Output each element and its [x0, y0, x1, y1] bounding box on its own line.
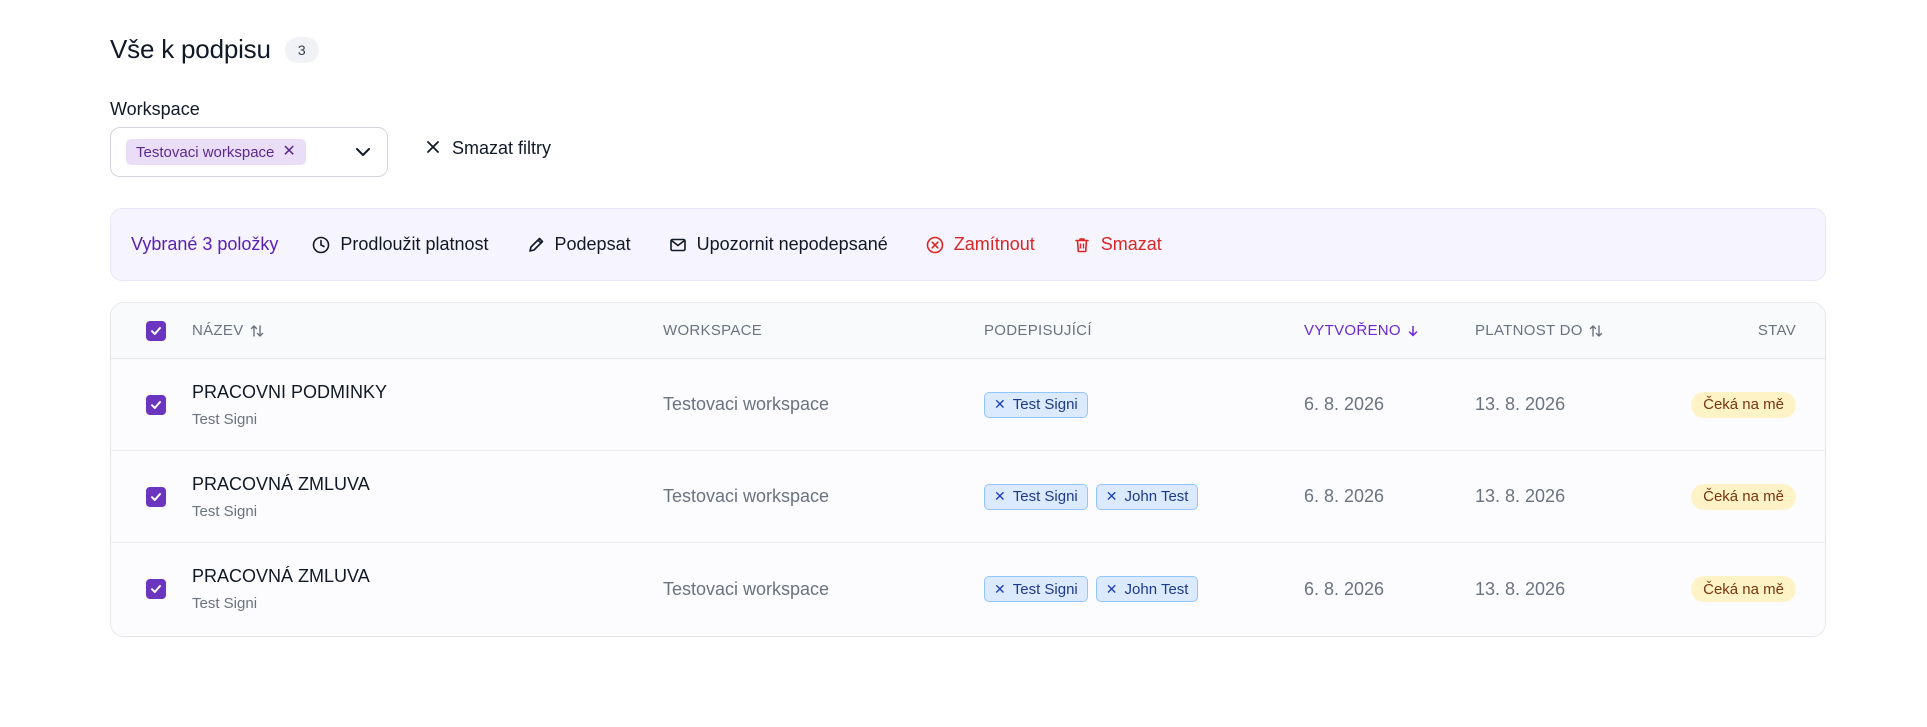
sign-button[interactable]: Podepsat [527, 234, 631, 255]
column-valid-until-label: PLATNOST DO [1475, 322, 1583, 339]
column-header-valid-until[interactable]: PLATNOST DO [1475, 303, 1603, 358]
clear-filters-button[interactable]: Smazat filtry [426, 138, 551, 159]
bulk-action-bar: Vybrané 3 položky Prodloužit platnost Po… [110, 208, 1826, 281]
select-all-checkbox[interactable] [146, 303, 166, 358]
column-header-created[interactable]: VYTVOŘENO [1304, 303, 1419, 358]
arrow-down-icon [1408, 325, 1418, 336]
check-icon [146, 486, 166, 507]
x-circle-icon [926, 236, 944, 253]
selected-count-text: Vybrané 3 položky [131, 234, 279, 254]
column-header-signers: PODEPISUJÍCÍ [984, 322, 1092, 339]
document-owner: Test Signi [192, 502, 258, 520]
check-icon [146, 579, 166, 599]
trash-icon [1074, 237, 1089, 252]
created-cell: 6. 8. 2026 [1304, 394, 1385, 414]
signer-chip: ✕ Test Signi [984, 483, 1088, 510]
workspace-cell: Testovaci workspace [663, 578, 830, 599]
extend-validity-button[interactable]: Prodloužit platnost [312, 234, 489, 255]
signers-cell: ✕ Test Signi [984, 359, 1088, 450]
table-row[interactable]: PRACOVNÁ ZMLUVA Test Signi Testovaci wor… [111, 451, 1825, 543]
notify-unsigned-button[interactable]: Upozornit nepodepsané [669, 234, 888, 255]
chip-remove-icon[interactable]: ✕ [282, 144, 295, 160]
signer-name: Test Signi [1012, 396, 1078, 413]
count-badge: 3 [284, 36, 319, 63]
valid-until-cell: 13. 8. 2026 [1475, 486, 1566, 506]
document-name-cell: PRACOVNÁ ZMLUVA Test Signi [192, 543, 370, 635]
workspace-chip-label: Testovaci workspace [136, 143, 275, 161]
page-title: Vše k podpisu [110, 34, 271, 64]
close-icon [426, 138, 440, 159]
status-cell: Čeká na mě [1691, 359, 1796, 450]
extend-validity-label: Prodloužit platnost [340, 234, 489, 254]
row-checkbox[interactable] [146, 451, 166, 542]
status-cell: Čeká na mě [1691, 451, 1796, 542]
status-badge: Čeká na mě [1691, 483, 1796, 510]
signer-chip: ✕ John Test [1095, 483, 1199, 510]
column-created-label: VYTVOŘENO [1304, 322, 1401, 339]
document-owner: Test Signi [192, 595, 258, 612]
reject-button[interactable]: Zamítnout [926, 234, 1035, 255]
close-icon[interactable]: ✕ [1106, 581, 1118, 598]
document-name-cell: PRACOVNÁ ZMLUVA Test Signi [192, 451, 370, 542]
created-cell: 6. 8. 2026 [1304, 486, 1385, 506]
signer-name: John Test [1124, 488, 1189, 505]
document-name[interactable]: PRACOVNÁ ZMLUVA [192, 474, 370, 495]
notify-unsigned-label: Upozornit nepodepsané [696, 234, 888, 254]
column-header-status: STAV [1757, 322, 1796, 339]
close-icon[interactable]: ✕ [994, 488, 1006, 505]
document-name-cell: PRACOVNI PODMINKY Test Signi [192, 359, 387, 450]
valid-until-cell: 13. 8. 2026 [1475, 578, 1566, 599]
workspace-cell: Testovaci workspace [663, 394, 830, 414]
signer-name: Test Signi [1012, 488, 1078, 505]
close-icon[interactable]: ✕ [994, 396, 1006, 413]
documents-table: NÁZEV WORKSPACE PODEPISUJÍCÍ VYTVOŘENO P… [110, 302, 1826, 637]
column-header-name[interactable]: NÁZEV [192, 303, 264, 358]
delete-button[interactable]: Smazat [1073, 234, 1162, 255]
chevron-down-icon[interactable] [351, 140, 375, 164]
table-row[interactable]: PRACOVNI PODMINKY Test Signi Testovaci w… [111, 359, 1825, 451]
workspace-select[interactable]: Testovaci workspace ✕ [110, 127, 388, 177]
row-checkbox[interactable] [146, 543, 166, 635]
check-icon [146, 394, 166, 415]
close-icon[interactable]: ✕ [1106, 488, 1118, 505]
workspace-cell: Testovaci workspace [663, 486, 830, 506]
row-checkbox[interactable] [146, 359, 166, 450]
valid-until-cell: 13. 8. 2026 [1475, 394, 1566, 414]
document-name[interactable]: PRACOVNÁ ZMLUVA [192, 566, 370, 587]
workspace-chip: Testovaci workspace ✕ [126, 139, 306, 165]
sign-label: Podepsat [554, 234, 631, 254]
mail-icon [669, 238, 686, 251]
status-badge: Čeká na mě [1691, 391, 1796, 418]
signer-name: John Test [1124, 580, 1189, 598]
document-owner: Test Signi [192, 410, 258, 428]
clock-icon [313, 236, 330, 253]
close-icon[interactable]: ✕ [994, 581, 1006, 598]
reject-label: Zamítnout [953, 234, 1035, 254]
signers-cell: ✕ Test Signi ✕ John Test [984, 451, 1199, 542]
workspace-filter-label: Workspace [110, 99, 200, 119]
check-icon [146, 320, 166, 341]
column-header-workspace: WORKSPACE [663, 322, 763, 339]
clear-filters-label: Smazat filtry [452, 138, 552, 158]
sort-icon [250, 324, 263, 337]
title-row: Vše k podpisu 3 [110, 34, 319, 65]
signer-name: Test Signi [1012, 580, 1078, 598]
table-header: NÁZEV WORKSPACE PODEPISUJÍCÍ VYTVOŘENO P… [111, 303, 1825, 359]
delete-label: Smazat [1100, 234, 1162, 254]
column-name-label: NÁZEV [192, 322, 244, 339]
status-badge: Čeká na mě [1691, 576, 1796, 602]
signer-chip: ✕ John Test [1095, 576, 1199, 602]
signer-chip: ✕ Test Signi [984, 391, 1088, 418]
pencil-icon [528, 237, 543, 252]
created-cell: 6. 8. 2026 [1304, 578, 1385, 599]
signer-chip: ✕ Test Signi [984, 576, 1088, 602]
signers-cell: ✕ Test Signi ✕ John Test [984, 543, 1199, 635]
status-cell: Čeká na mě [1691, 543, 1796, 635]
sort-icon [1589, 324, 1602, 337]
table-row[interactable]: PRACOVNÁ ZMLUVA Test Signi Testovaci wor… [111, 543, 1825, 635]
document-name[interactable]: PRACOVNI PODMINKY [192, 382, 387, 403]
